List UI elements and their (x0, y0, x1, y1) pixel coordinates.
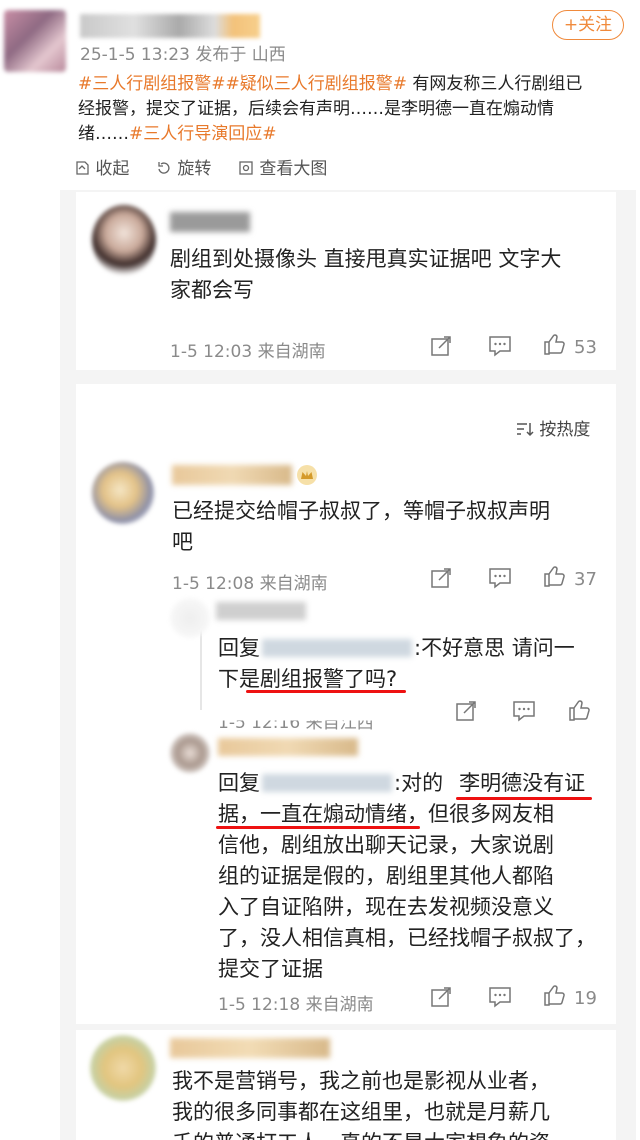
hashtag-link[interactable]: #三人行导演回应# (129, 124, 277, 144)
commenter-avatar[interactable] (92, 462, 154, 524)
commenter-name[interactable] (170, 1038, 330, 1058)
share-icon[interactable] (430, 335, 452, 357)
post-content: #三人行剧组报警##疑似三人行剧组报警# 有网友称三人行剧组已 经报警，提交了证… (78, 72, 618, 147)
collapse-icon (76, 161, 89, 175)
highlight-underline (216, 826, 420, 829)
author-name[interactable] (80, 14, 260, 38)
share-icon[interactable] (455, 700, 477, 722)
post-text: 经报警，提交了证据，后续会有声明……是李明德一直在煽动情 (78, 99, 554, 119)
view-large-image-action[interactable]: 查看大图 (238, 154, 327, 179)
mentioned-user[interactable] (262, 774, 392, 792)
like-count: 37 (574, 569, 597, 590)
share-icon[interactable] (430, 986, 452, 1008)
comment-text: 我不是营销号，我之前也是影视从业者， 我的很多同事都在这组里，也就是月薪几 千的… (172, 1069, 550, 1140)
follow-button[interactable]: +关注 (552, 10, 624, 40)
reply-icon[interactable] (488, 567, 512, 589)
post-text: 有网友称三人行剧组已 (412, 74, 583, 94)
post-meta: 25-1-5 13:23 发布于 山西 (80, 45, 286, 65)
author-avatar[interactable] (4, 10, 66, 72)
like-count: 19 (574, 988, 597, 1009)
reply-meta: 1-5 12:18 来自湖南 (218, 995, 374, 1015)
highlight-underline (246, 690, 406, 693)
hashtag-link[interactable]: #三人行剧组报警# (78, 74, 226, 94)
mentioned-user[interactable] (262, 639, 412, 657)
like-count: 53 (574, 337, 597, 358)
post-actions: 收起 旋转 查看大图 (74, 154, 374, 179)
commenter-avatar[interactable] (92, 205, 156, 275)
sort-icon (517, 423, 534, 437)
hashtag-link[interactable]: #疑似三人行剧组报警# (226, 74, 408, 94)
comment-text: 已经提交给帽子叔叔了，等帽子叔叔声明 吧 (172, 499, 550, 554)
sort-by-hot-button[interactable]: 按热度 (516, 415, 590, 440)
like-icon[interactable] (543, 983, 567, 1007)
commenter-name[interactable] (170, 212, 250, 232)
comment-meta: 1-5 12:03 来自湖南 (170, 342, 326, 362)
replier-avatar[interactable] (170, 733, 210, 773)
like-icon[interactable] (543, 332, 567, 356)
crown-badge-icon (297, 465, 317, 485)
commenter-avatar[interactable] (90, 1035, 156, 1101)
commenter-name[interactable] (172, 465, 292, 485)
magnify-icon (239, 161, 253, 175)
comment-text: 剧组到处摄像头 直接甩真实证据吧 文字大 家都会写 (170, 247, 562, 302)
reply-text: 回复:对的 李明德没有证 据，一直在煽动情绪，但很多网友相 信他，剧组放出聊天记录… (218, 771, 596, 981)
reply-icon[interactable] (512, 700, 536, 722)
replier-name[interactable] (218, 738, 358, 756)
replier-name[interactable] (216, 602, 306, 620)
comment-meta: 1-5 12:08 来自湖南 (172, 574, 328, 594)
like-icon[interactable] (568, 698, 592, 722)
rotate-icon (158, 162, 170, 174)
rotate-action[interactable]: 旋转 (156, 154, 211, 179)
highlight-underline (456, 797, 592, 800)
like-icon[interactable] (543, 564, 567, 588)
reply-icon[interactable] (488, 335, 512, 357)
collapse-action[interactable]: 收起 (74, 154, 129, 179)
reply-icon[interactable] (488, 986, 512, 1008)
replier-avatar[interactable] (170, 598, 210, 638)
post-text: 绪…… (78, 124, 129, 144)
reply-text: 回复:不好意思 请问一 下是剧组报警了吗? (218, 636, 575, 691)
share-icon[interactable] (430, 567, 452, 589)
